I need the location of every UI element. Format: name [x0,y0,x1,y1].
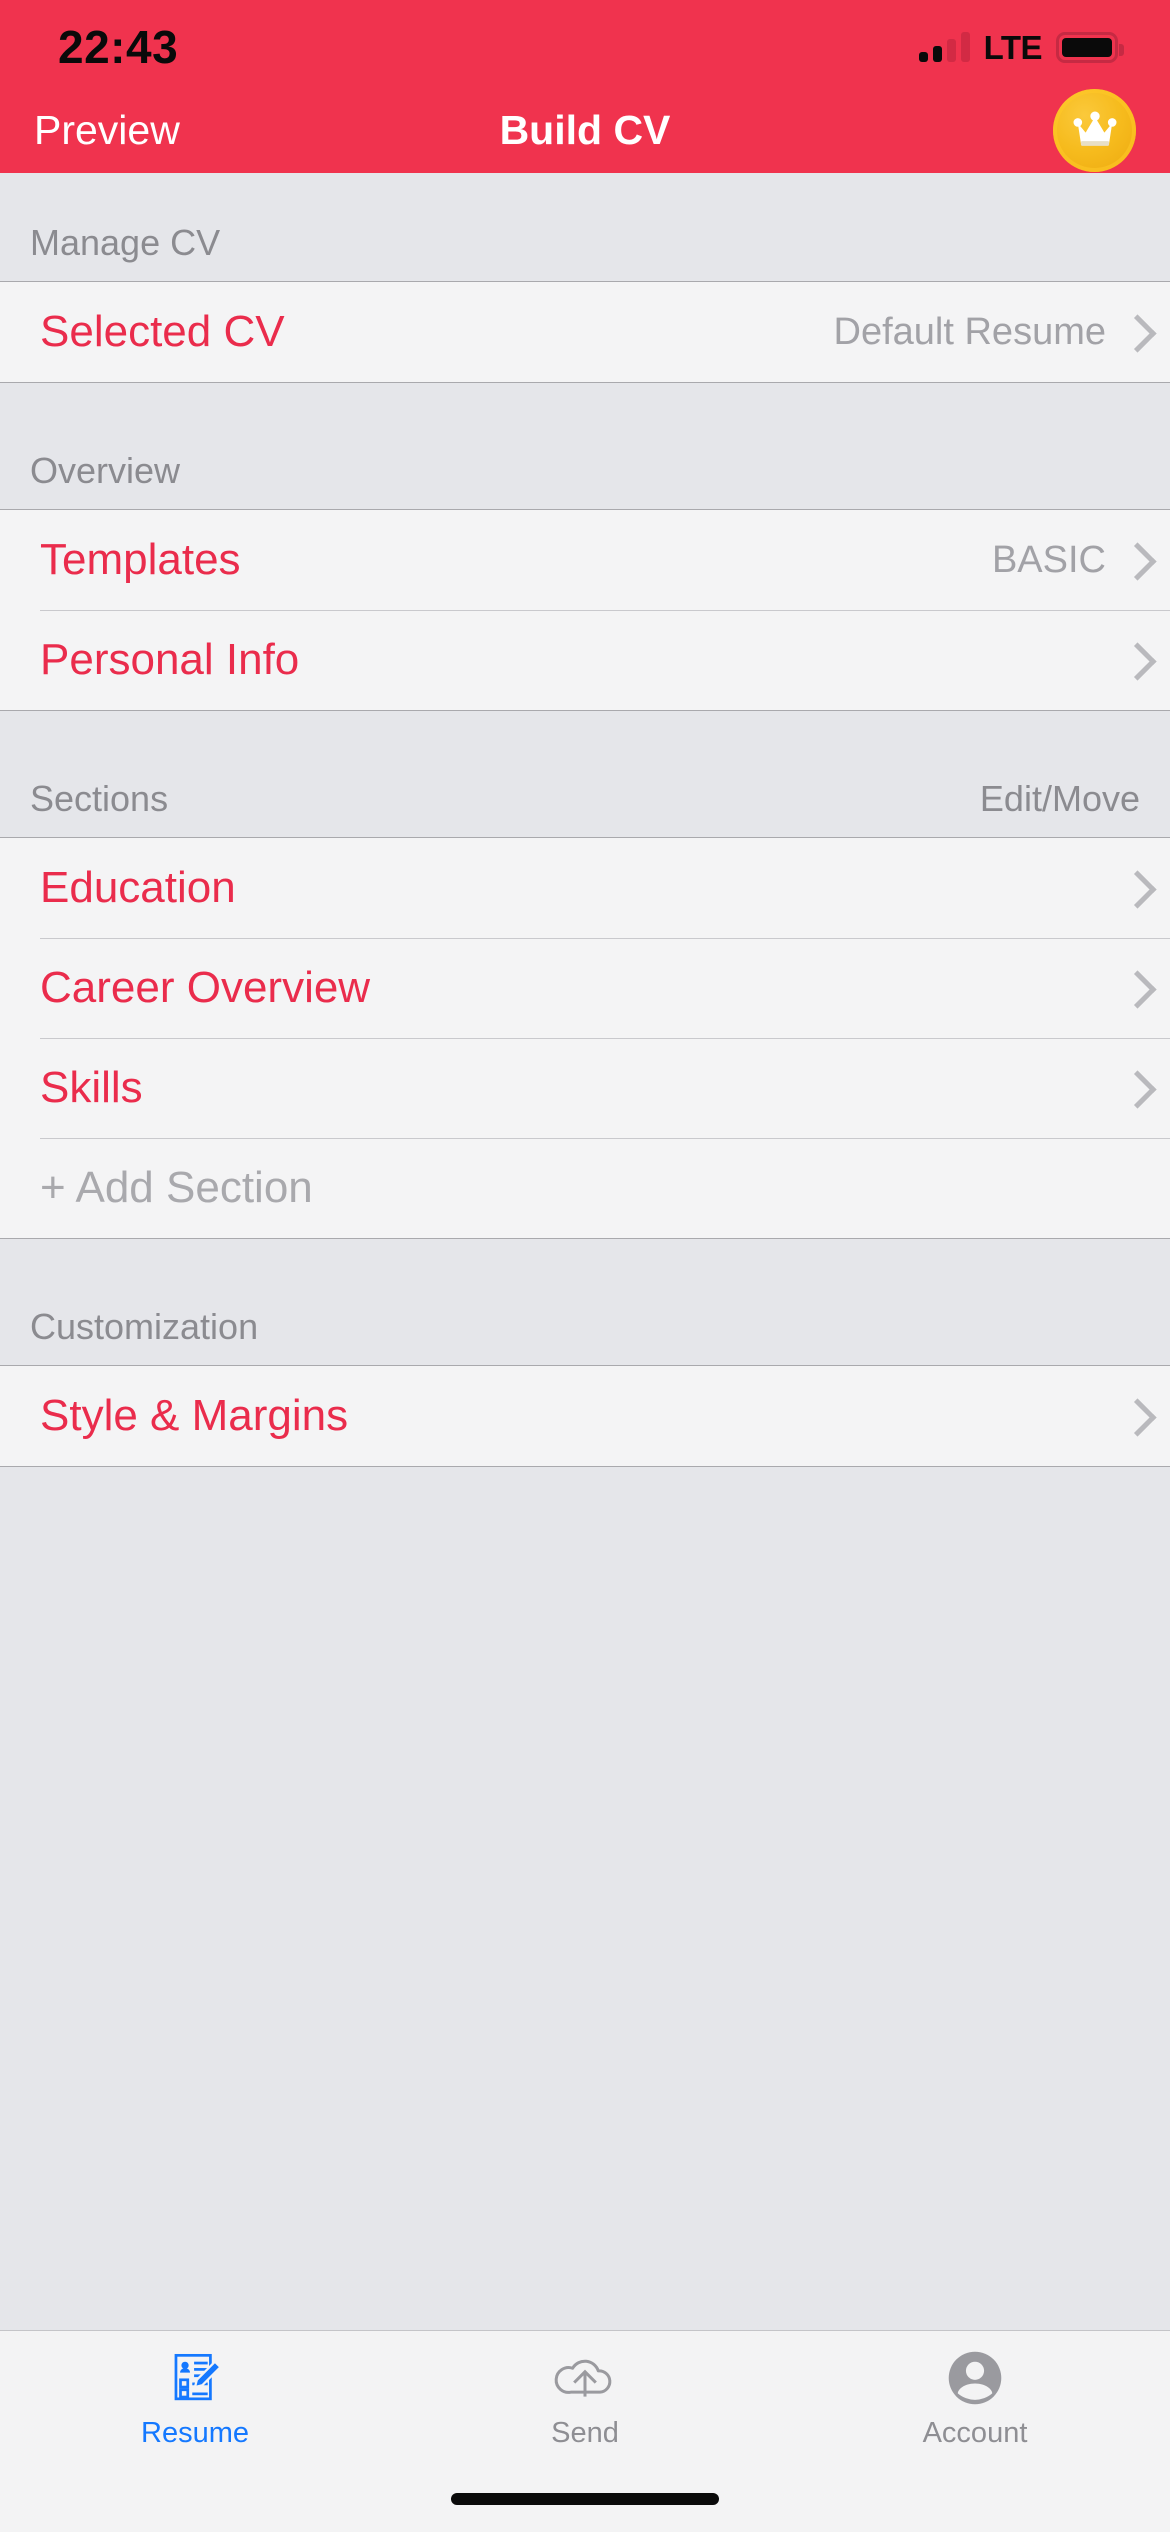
tab-label: Account [922,2417,1028,2449]
row-templates[interactable]: Templates BASIC [0,510,1170,610]
row-style-and-margins[interactable]: Style & Margins [0,1366,1170,1466]
chevron-right-icon [1124,1072,1142,1104]
battery-full-icon [1056,31,1124,63]
settings-list: Manage CV Selected CV Default Resume Ove… [0,173,1170,2330]
row-accessory: BASIC [992,541,1142,579]
row-skills[interactable]: Skills [0,1038,1170,1138]
resume-document-pencil-icon [166,2347,224,2409]
section-group-overview: Templates BASIC Personal Info [0,509,1170,711]
chevron-right-icon [1124,316,1142,348]
row-career-overview[interactable]: Career Overview [0,938,1170,1038]
chevron-right-icon [1124,1400,1142,1432]
signal-bars-icon [918,32,970,62]
tab-label: Send [551,2417,619,2449]
row-accessory [1124,1072,1142,1104]
tab-label: Resume [141,2417,249,2449]
edit-move-button[interactable]: Edit/Move [980,781,1140,817]
network-type-label: LTE [983,28,1043,66]
status-time: 22:43 [58,21,179,73]
section-header-label: Customization [30,1306,259,1347]
navigation-bar: Preview Build CV [0,88,1170,173]
cloud-upload-icon [554,2347,616,2409]
chevron-right-icon [1124,544,1142,576]
section-header-manage-cv: Manage CV [0,173,1170,281]
row-label: Skills [40,1063,143,1112]
app-screen: 22:43 LTE Preview Build CV Manage CV Sel… [0,0,1170,2532]
section-header-sections: Sections Edit/Move [0,711,1170,837]
row-value: Default Resume [833,311,1106,353]
section-header-customization: Customization [0,1239,1170,1365]
row-accessory: Default Resume [834,313,1142,351]
row-label: + Add Section [40,1163,313,1212]
user-circle-icon [946,2347,1004,2409]
section-group-sections: Education Career Overview Skills + Add S… [0,837,1170,1239]
row-accessory [1124,872,1142,904]
row-label: Selected CV [40,307,285,356]
section-header-label: Overview [30,450,181,491]
row-accessory [1106,644,1142,676]
row-label: Education [40,863,236,912]
section-group-customization: Style & Margins [0,1365,1170,1467]
list-empty-space [0,1467,1170,2330]
chevron-right-icon [1124,644,1142,676]
tab-bar: Resume Send Account [0,2330,1170,2480]
row-label: Career Overview [40,963,371,1012]
home-indicator-area [0,2480,1170,2532]
home-indicator[interactable] [451,2493,719,2505]
row-label: Style & Margins [40,1391,349,1440]
preview-button[interactable]: Preview [34,110,180,151]
chevron-right-icon [1124,972,1142,1004]
tab-send[interactable]: Send [390,2331,780,2480]
premium-crown-button[interactable] [1053,89,1136,172]
row-personal-info[interactable]: Personal Info [0,610,1170,710]
row-selected-cv[interactable]: Selected CV Default Resume [0,282,1170,382]
status-indicators: LTE [918,25,1124,66]
section-header-label: Sections [30,778,169,819]
row-label: Templates [40,535,241,584]
section-header-label: Manage CV [30,222,221,263]
row-value: BASIC [991,539,1106,581]
tab-resume[interactable]: Resume [0,2331,390,2480]
row-label: Personal Info [40,635,300,684]
row-education[interactable]: Education [0,838,1170,938]
status-bar: 22:43 LTE [0,0,1170,88]
section-header-overview: Overview [0,383,1170,509]
row-accessory [1124,972,1142,1004]
section-group-manage-cv: Selected CV Default Resume [0,281,1170,383]
crown-icon [1073,110,1116,146]
row-add-section[interactable]: + Add Section [0,1138,1170,1238]
row-accessory [1124,1400,1142,1432]
tab-account[interactable]: Account [780,2331,1170,2480]
chevron-right-icon [1124,872,1142,904]
